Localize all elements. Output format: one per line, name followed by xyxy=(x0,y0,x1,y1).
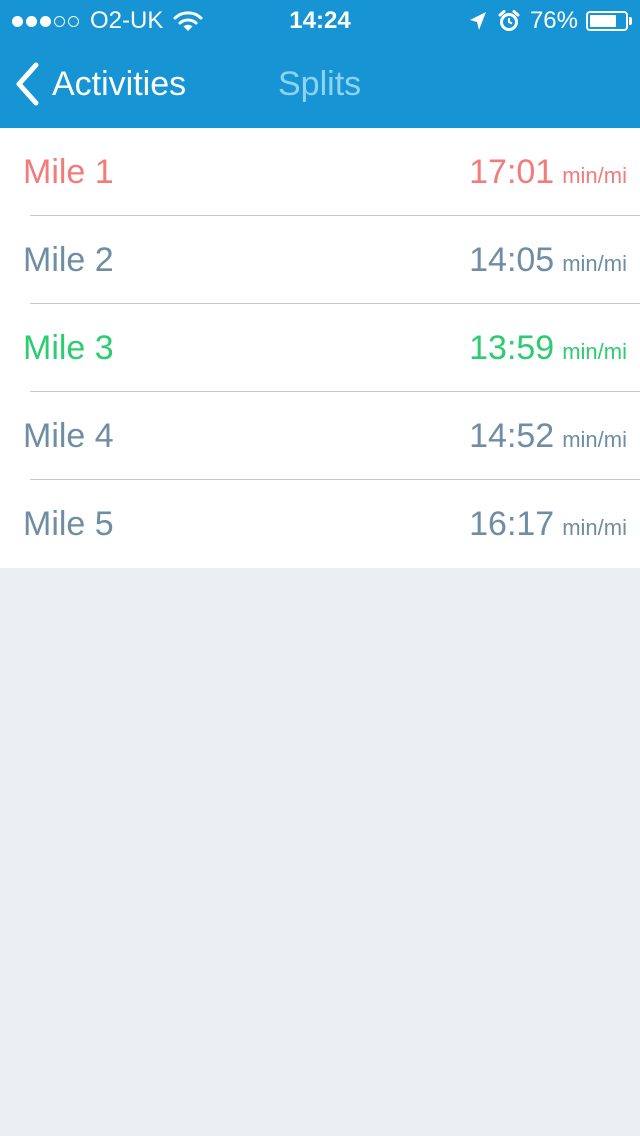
split-row[interactable]: Mile 5 16:17 min/mi xyxy=(0,480,640,568)
split-row[interactable]: Mile 4 14:52 min/mi xyxy=(0,392,640,480)
alarm-clock-icon xyxy=(498,10,520,31)
split-mile-label: Mile 2 xyxy=(23,241,114,279)
split-pace: 14:05 min/mi xyxy=(469,236,627,284)
split-pace-unit: min/mi xyxy=(562,515,627,540)
split-pace-unit: min/mi xyxy=(562,339,627,364)
split-pace-time: 14:52 xyxy=(469,417,555,455)
location-arrow-icon xyxy=(469,12,486,30)
battery-level-fill xyxy=(590,15,616,27)
chevron-left-icon xyxy=(16,62,39,106)
split-pace-unit: min/mi xyxy=(562,163,627,188)
split-pace-time: 16:17 xyxy=(469,505,555,543)
split-pace: 13:59 min/mi xyxy=(469,324,627,372)
split-pace-time: 13:59 xyxy=(469,329,555,367)
top-bar: O2-UK 14:24 76% Activities Splits xyxy=(0,0,640,128)
split-pace-time: 14:05 xyxy=(469,241,555,279)
split-row[interactable]: Mile 1 17:01 min/mi xyxy=(0,128,640,216)
page-title: Splits xyxy=(278,65,362,103)
splits-list: Mile 1 17:01 min/mi Mile 2 14:05 min/mi … xyxy=(0,128,640,568)
split-pace-time: 17:01 xyxy=(469,153,555,191)
split-mile-label: Mile 1 xyxy=(23,153,114,191)
battery-percentage: 76% xyxy=(529,7,578,34)
split-mile-label: Mile 5 xyxy=(23,505,114,543)
split-pace-unit: min/mi xyxy=(562,427,627,452)
split-pace-unit: min/mi xyxy=(562,251,627,276)
status-bar: O2-UK 14:24 76% xyxy=(0,0,640,40)
split-row[interactable]: Mile 3 13:59 min/mi xyxy=(0,304,640,392)
split-mile-label: Mile 4 xyxy=(23,417,114,455)
navigation-bar: Activities Splits xyxy=(0,40,640,128)
split-row[interactable]: Mile 2 14:05 min/mi xyxy=(0,216,640,304)
back-button[interactable]: Activities xyxy=(14,60,186,108)
split-mile-label: Mile 3 xyxy=(23,329,114,367)
split-pace: 17:01 min/mi xyxy=(469,148,627,196)
split-pace: 14:52 min/mi xyxy=(469,412,627,460)
battery-icon xyxy=(586,11,632,31)
split-pace: 16:17 min/mi xyxy=(469,500,627,548)
back-button-label: Activities xyxy=(52,65,187,103)
